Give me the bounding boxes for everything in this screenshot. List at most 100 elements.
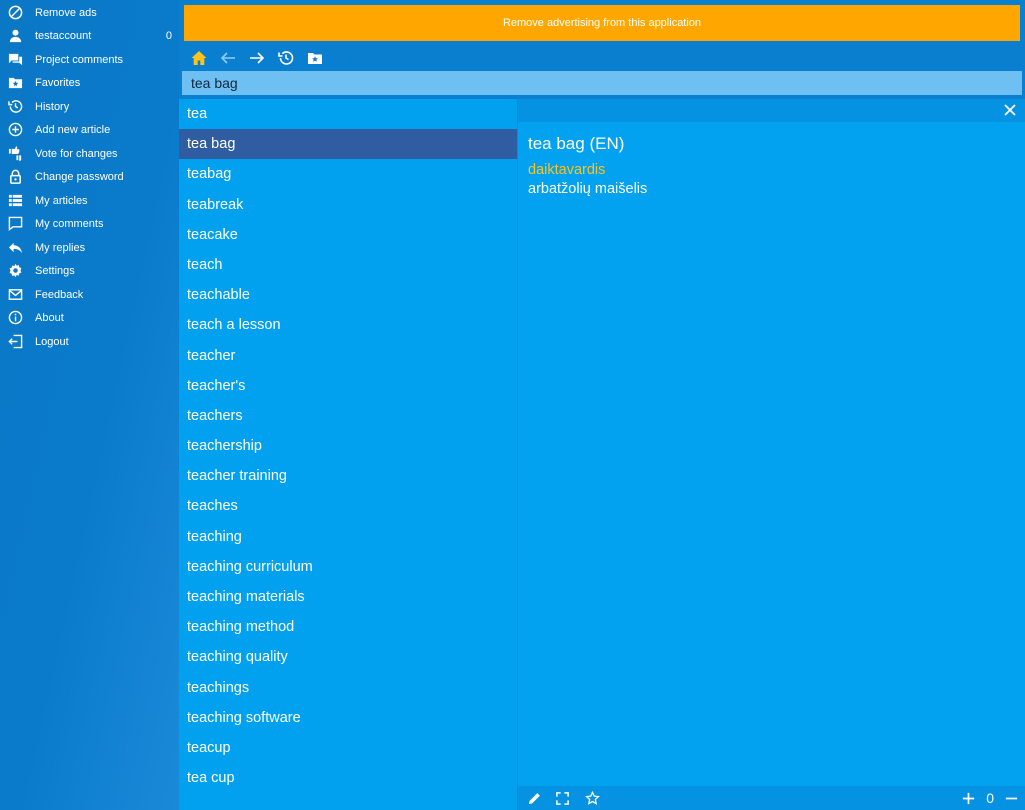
sidebar-item-label: Favorites xyxy=(35,76,81,89)
sidebar-item-add-article[interactable]: Add new article xyxy=(0,118,179,141)
sidebar-item-account[interactable]: testaccount 0 xyxy=(0,24,179,47)
add-circle-icon xyxy=(7,122,23,138)
history-icon xyxy=(277,51,293,65)
history-button[interactable] xyxy=(271,47,300,69)
list-item[interactable]: teachings xyxy=(179,673,517,703)
list-item[interactable]: teaching method xyxy=(179,612,517,642)
sidebar-item-label: My articles xyxy=(35,194,88,207)
sidebar-item-label: Vote for changes xyxy=(35,147,118,160)
sidebar-item-history[interactable]: History xyxy=(0,95,179,118)
sidebar-item-remove-ads[interactable]: Remove ads xyxy=(0,1,179,24)
list-item[interactable]: teachable xyxy=(179,280,517,310)
close-icon[interactable] xyxy=(1002,102,1018,118)
list-item[interactable]: teach a lesson xyxy=(179,310,517,340)
info-icon xyxy=(7,310,23,326)
fullscreen-icon xyxy=(555,791,569,805)
sidebar-item-settings[interactable]: Settings xyxy=(0,259,179,282)
list-item[interactable]: teaching materials xyxy=(179,582,517,612)
sidebar-item-label: My replies xyxy=(35,241,86,254)
minus-icon xyxy=(1005,797,1017,799)
sidebar-item-my-comments[interactable]: My comments xyxy=(0,212,179,235)
remove-ads-banner[interactable]: Remove advertising from this application xyxy=(184,5,1020,41)
arrow-right-icon xyxy=(249,52,264,64)
sidebar-item-logout[interactable]: Logout xyxy=(0,330,179,353)
list-item[interactable]: teaches xyxy=(179,491,517,521)
block-icon xyxy=(7,5,23,21)
article-header xyxy=(518,99,1025,122)
list-item[interactable]: teaching quality xyxy=(179,642,517,672)
sidebar-item-feedback[interactable]: Feedback xyxy=(0,283,179,306)
list-item[interactable]: teaching software xyxy=(179,703,517,733)
vote-up-button[interactable] xyxy=(960,790,976,806)
logout-icon xyxy=(7,334,23,350)
toolbar xyxy=(184,47,329,69)
sidebar-item-label: History xyxy=(35,100,70,113)
arrow-left-icon xyxy=(220,52,235,64)
sidebar-item-label: My comments xyxy=(35,217,104,230)
sidebar-item-my-replies[interactable]: My replies xyxy=(0,236,179,259)
list-item[interactable]: teaching xyxy=(179,522,517,552)
folder-star-icon xyxy=(7,75,23,91)
user-icon xyxy=(7,28,23,44)
back-button[interactable] xyxy=(213,47,242,69)
pencil-icon xyxy=(528,792,540,804)
notification-count: 0 xyxy=(165,29,172,42)
sidebar-item-label: Feedback xyxy=(35,288,84,301)
part-of-speech: daiktavardis xyxy=(528,162,606,178)
list-item[interactable]: teachers xyxy=(179,401,517,431)
list-item[interactable]: teacake xyxy=(179,220,517,250)
search-input[interactable] xyxy=(182,71,1022,95)
home-icon xyxy=(191,51,206,65)
edit-button[interactable] xyxy=(526,790,542,806)
sidebar-item-my-articles[interactable]: My articles xyxy=(0,189,179,212)
sidebar-item-label: Add new article xyxy=(35,123,111,136)
entry-title: tea bag (EN) xyxy=(528,134,625,153)
sidebar-item-label: Settings xyxy=(35,264,75,277)
thumbs-icon xyxy=(7,146,23,162)
star-icon xyxy=(584,790,600,805)
reply-icon xyxy=(7,240,23,256)
list-item[interactable]: teach xyxy=(179,250,517,280)
mail-icon xyxy=(7,287,23,303)
list-item[interactable]: teacher training xyxy=(179,461,517,491)
sidebar-item-project-comments[interactable]: Project comments xyxy=(0,48,179,71)
sidebar-item-label: Logout xyxy=(35,335,69,348)
list-item[interactable]: teacher xyxy=(179,341,517,371)
list-item[interactable]: tea xyxy=(179,99,517,129)
forum-icon xyxy=(7,52,23,68)
comment-icon xyxy=(7,216,23,232)
lock-icon xyxy=(7,169,23,185)
vote-count: 0 xyxy=(986,790,994,806)
favorite-button[interactable] xyxy=(584,790,600,806)
home-button[interactable] xyxy=(184,47,213,69)
list-item[interactable]: teaching curriculum xyxy=(179,552,517,582)
list-item[interactable]: teacup xyxy=(179,733,517,763)
sidebar-item-favorites[interactable]: Favorites xyxy=(0,71,179,94)
gear-icon xyxy=(7,263,23,279)
fullscreen-button[interactable] xyxy=(554,790,570,806)
list-icon xyxy=(7,193,23,209)
history-icon xyxy=(7,99,23,115)
list-item[interactable]: teabag xyxy=(179,159,517,189)
word-list[interactable]: tea tea bag teabag teabreak teacake teach teac… xyxy=(179,99,517,810)
list-item[interactable]: teacher's xyxy=(179,371,517,401)
list-item[interactable]: teachership xyxy=(179,431,517,461)
article-footer: 0 xyxy=(518,786,1025,810)
sidebar: Remove ads testaccount 0 Project comment… xyxy=(0,0,179,810)
list-item[interactable]: tea cup xyxy=(179,763,517,793)
list-item[interactable]: tea bag xyxy=(179,129,517,160)
sidebar-item-change-password[interactable]: Change password xyxy=(0,165,179,188)
folder-star-icon xyxy=(307,53,322,64)
forward-button[interactable] xyxy=(242,47,271,69)
sidebar-item-label: Remove ads xyxy=(35,6,97,19)
sidebar-item-label: testaccount xyxy=(35,29,92,42)
sidebar-item-about[interactable]: About xyxy=(0,306,179,329)
sidebar-item-vote[interactable]: Vote for changes xyxy=(0,142,179,165)
sidebar-item-label: About xyxy=(35,311,64,324)
list-item[interactable]: teabreak xyxy=(179,190,517,220)
sidebar-item-label: Change password xyxy=(35,170,124,183)
favorites-button[interactable] xyxy=(300,47,329,69)
vote-down-button[interactable] xyxy=(1003,790,1019,806)
translation: arbatžolių maišelis xyxy=(528,181,648,197)
plus-icon xyxy=(962,792,974,804)
